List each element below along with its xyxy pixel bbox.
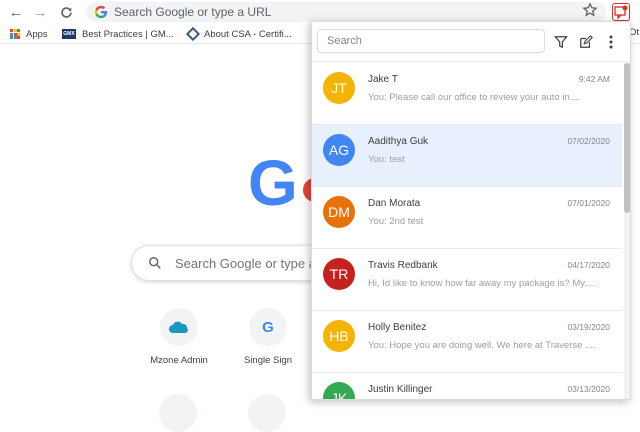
google-g-icon: G xyxy=(249,308,287,346)
popup-header xyxy=(312,22,630,62)
message-preview: You: Please call our office to review yo… xyxy=(368,92,581,103)
avatar: DM xyxy=(323,196,355,228)
shortcut-tile-single-sign[interactable]: G Single Sign xyxy=(228,308,308,366)
messaging-extension-button[interactable] xyxy=(612,3,630,21)
salesforce-cloud-icon xyxy=(160,308,198,346)
message-preview: Hi, Id like to know how far away my pack… xyxy=(368,278,595,289)
conversation-item[interactable]: TR Travis Redbank 04/17/2020 Hi, Id like to… xyxy=(312,249,622,311)
bookmark-star-icon[interactable] xyxy=(582,2,598,18)
shortcut-label: Mzone Admin xyxy=(150,355,208,366)
forward-button[interactable]: → xyxy=(30,3,50,21)
contact-name: Justin Killinger xyxy=(368,384,433,395)
scrollbar-thumb[interactable] xyxy=(624,63,630,213)
message-date: 9:42 AM xyxy=(578,74,610,84)
more-vert-icon xyxy=(609,35,613,49)
bookmark-label: About CSA - Certifi... xyxy=(204,28,292,40)
bookmark-about-csa[interactable]: About CSA - Certifi... xyxy=(185,26,292,42)
omnibox-placeholder: Search Google or type a URL xyxy=(114,5,272,19)
message-preview: You: 2nd test xyxy=(368,216,424,227)
avatar: HB xyxy=(323,320,355,352)
reload-button[interactable] xyxy=(56,3,76,21)
google-g-icon xyxy=(94,5,108,19)
contact-name: Aadithya Guk xyxy=(368,136,429,147)
search-icon xyxy=(149,257,161,269)
message-date: 03/13/2020 xyxy=(567,384,610,394)
bookmark-apps[interactable]: Apps xyxy=(10,27,48,41)
compose-button[interactable] xyxy=(577,33,595,51)
apps-grid-icon xyxy=(10,29,20,39)
chat-extension-icon xyxy=(614,5,628,20)
bookmark-best-practices[interactable]: GMX Best Practices | GM... xyxy=(62,27,174,41)
avatar: TR xyxy=(323,258,355,290)
avatar: JK xyxy=(323,382,355,399)
compose-icon xyxy=(580,35,593,48)
message-preview: You: test xyxy=(368,154,405,165)
avatar: JT xyxy=(323,72,355,104)
bookmark-label: Best Practices | GM... xyxy=(82,28,174,40)
conversation-item[interactable]: JKJustin Killinger03/13/2020You: It was … xyxy=(312,373,622,399)
more-menu-button[interactable] xyxy=(602,33,620,51)
ntp-search-placeholder: Search Google or type a xyxy=(175,256,316,271)
gmx-icon: GMX xyxy=(62,29,76,39)
filter-icon xyxy=(554,36,568,49)
conversation-scrollbar[interactable] xyxy=(624,63,630,399)
conversation-item[interactable]: JT Jake T 9:42 AM You: Please call our offi… xyxy=(312,63,622,125)
shortcut-tile-mzone-admin[interactable]: Mzone Admin xyxy=(139,308,219,366)
contact-name: Travis Redbank xyxy=(368,260,438,271)
contact-name: Jake T xyxy=(368,74,398,85)
conversation-list: JT Jake T 9:42 AM You: Please call our offi… xyxy=(312,63,622,399)
conversation-item[interactable]: DM Dan Morata 07/01/2020 You: 2nd test xyxy=(312,187,622,249)
back-button[interactable]: ← xyxy=(6,3,26,21)
reload-icon xyxy=(60,6,72,18)
bookmark-label: Apps xyxy=(26,28,48,40)
conversation-item[interactable]: HB Holly Benitez 03/19/2020 You: Hope you a… xyxy=(312,311,622,373)
omnibox[interactable]: Search Google or type a URL xyxy=(86,2,606,22)
message-date: 07/02/2020 xyxy=(567,136,610,146)
csa-icon xyxy=(185,26,201,42)
message-date: 04/17/2020 xyxy=(567,260,610,270)
message-preview: You: Hope you are doing well. We here at… xyxy=(368,340,596,351)
filter-button[interactable] xyxy=(552,33,570,51)
contact-name: Dan Morata xyxy=(368,198,421,209)
conversation-search-input[interactable] xyxy=(317,29,545,53)
conversation-item[interactable]: AG Aadithya Guk 07/02/2020 You: test xyxy=(312,125,622,187)
messaging-popup: JT Jake T 9:42 AM You: Please call our offi… xyxy=(311,21,631,400)
contact-name: Holly Benitez xyxy=(368,322,427,333)
avatar: AG xyxy=(323,134,355,166)
shortcut-label: Single Sign xyxy=(243,355,293,366)
message-date: 07/01/2020 xyxy=(567,198,610,208)
message-date: 03/19/2020 xyxy=(567,322,610,332)
google-logo: G xyxy=(248,147,298,219)
